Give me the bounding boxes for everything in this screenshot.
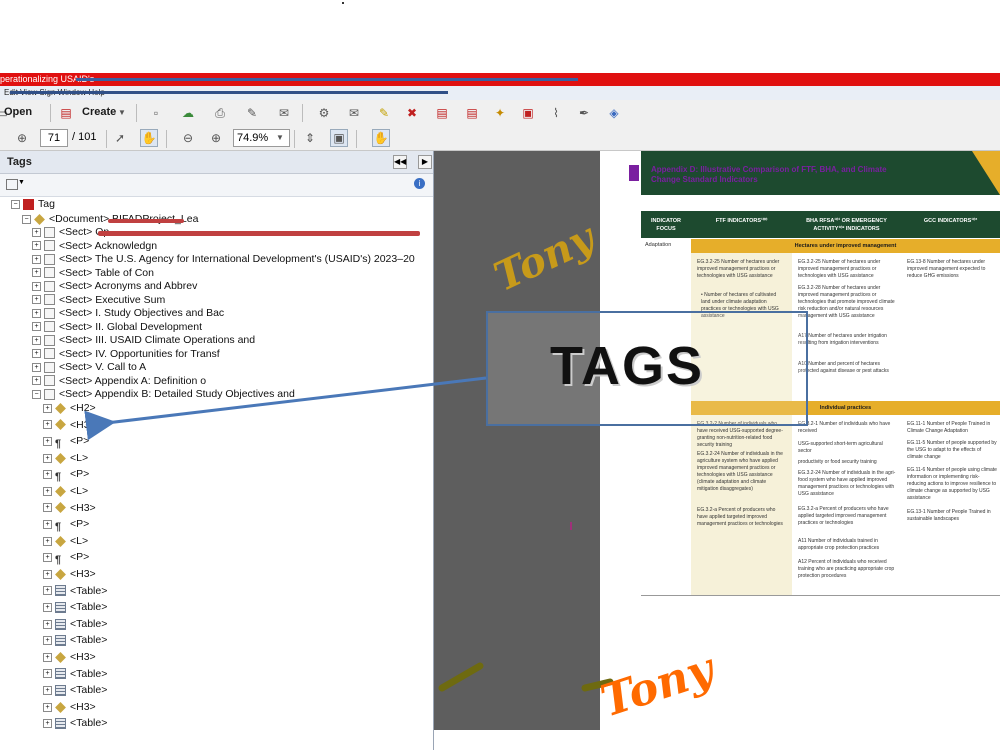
arrow-line <box>84 376 487 441</box>
callout-arrow <box>84 376 614 692</box>
brush-stroke <box>438 662 484 692</box>
